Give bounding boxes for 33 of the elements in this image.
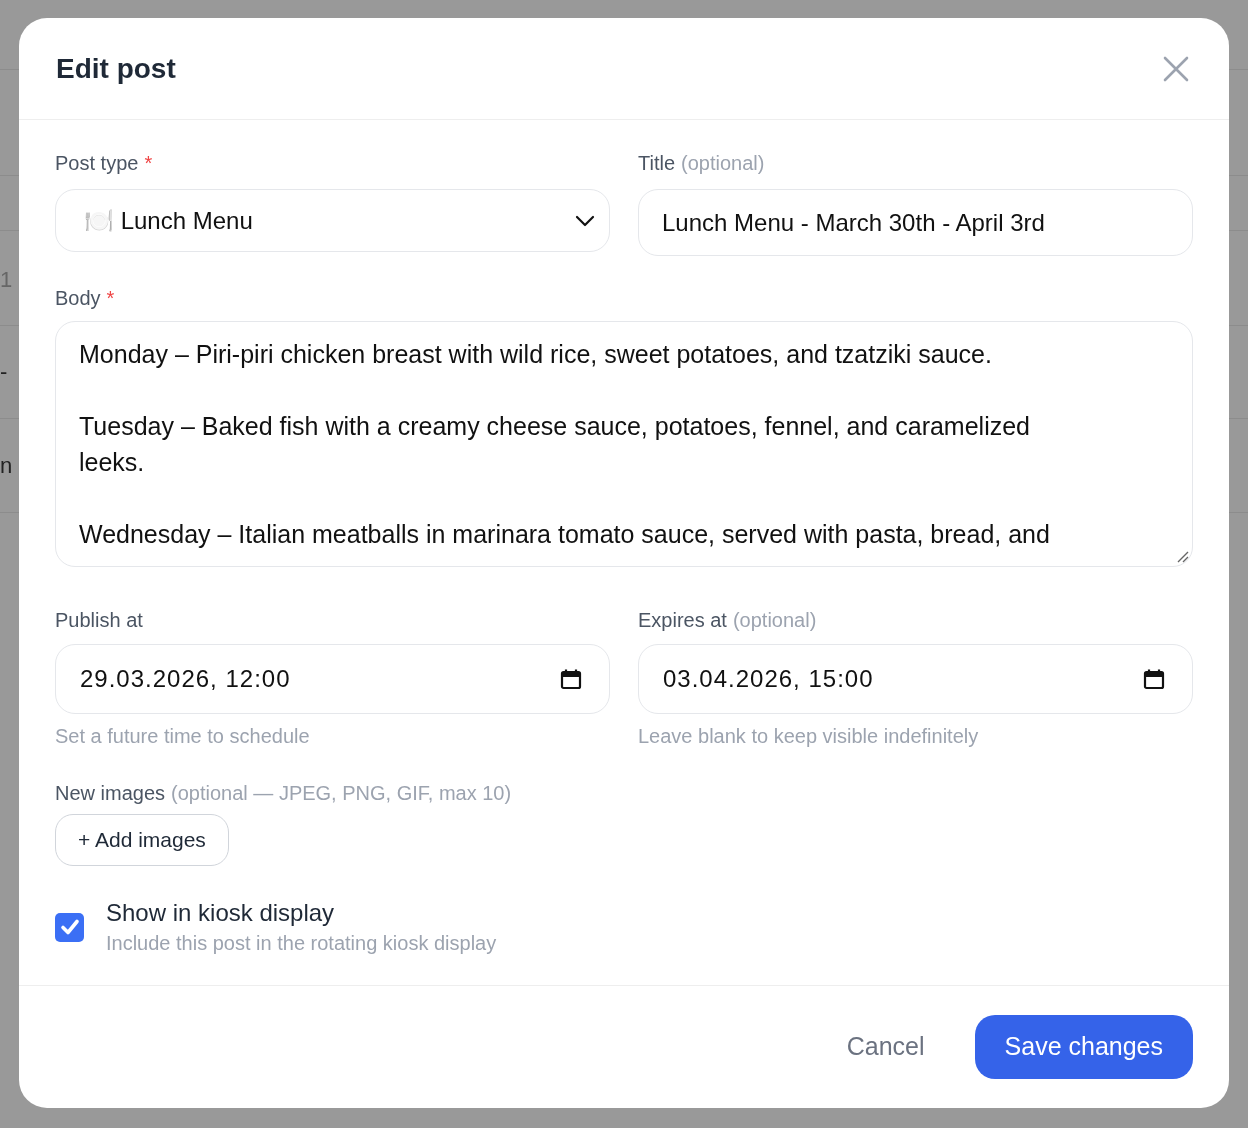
field-hint: (optional — JPEG, PNG, GIF, max 10)	[171, 781, 512, 806]
field-label: New images	[55, 781, 166, 806]
resize-handle-icon[interactable]	[1175, 549, 1189, 563]
field-label: Title	[638, 151, 676, 176]
calendar-icon	[1143, 668, 1165, 690]
field-label: Body	[55, 286, 101, 311]
table-cell: -	[0, 358, 8, 386]
title-input[interactable]: Lunch Menu - March 30th - April 3rd	[638, 189, 1193, 256]
required-mark: *	[106, 286, 115, 311]
cancel-button[interactable]: Cancel	[822, 1015, 949, 1079]
help-text: Set a future time to schedule	[55, 724, 311, 749]
checkmark-icon	[59, 918, 80, 936]
save-button[interactable]: Save changes	[974, 1015, 1193, 1079]
date-input[interactable]: 29.03.2026, 12:00	[55, 644, 610, 714]
dialog-title: Edit post	[56, 51, 176, 86]
close-icon	[1163, 55, 1189, 82]
field-label: Expires at	[638, 608, 727, 633]
date-input[interactable]: 03.04.2026, 15:00	[638, 644, 1193, 714]
post-type-select[interactable]: 🍽 Lunch Menu	[55, 189, 610, 252]
field-label: Post type	[55, 151, 139, 176]
checkbox-label: Show in kiosk display	[106, 898, 336, 928]
field-hint: (optional)	[732, 608, 817, 633]
required-mark: *	[144, 151, 153, 176]
table-cell: n	[0, 452, 13, 480]
add-images-button[interactable]: + Add images	[55, 814, 229, 866]
help-text: Leave blank to keep visible indefinitely	[638, 724, 980, 749]
field-hint: (optional)	[681, 151, 765, 176]
chevron-down-icon	[575, 214, 595, 227]
checkbox-description: Include this post in the rotating kiosk display	[106, 931, 497, 956]
field-label: Publish at	[55, 608, 143, 633]
kiosk-checkbox[interactable]	[55, 912, 84, 942]
body-textarea[interactable]: Monday – Piri-piri chicken breast with wild rice, sweet potatoes, and tzatziki sauce. Tuesday – Baked fish with a creamy cheese sauce, potatoes, fennel, and caramelized leeks. Wednesday – Italian meatballs in marinara tomato sauce, served with pasta, bread, and	[55, 321, 1193, 567]
calendar-icon	[560, 668, 582, 690]
